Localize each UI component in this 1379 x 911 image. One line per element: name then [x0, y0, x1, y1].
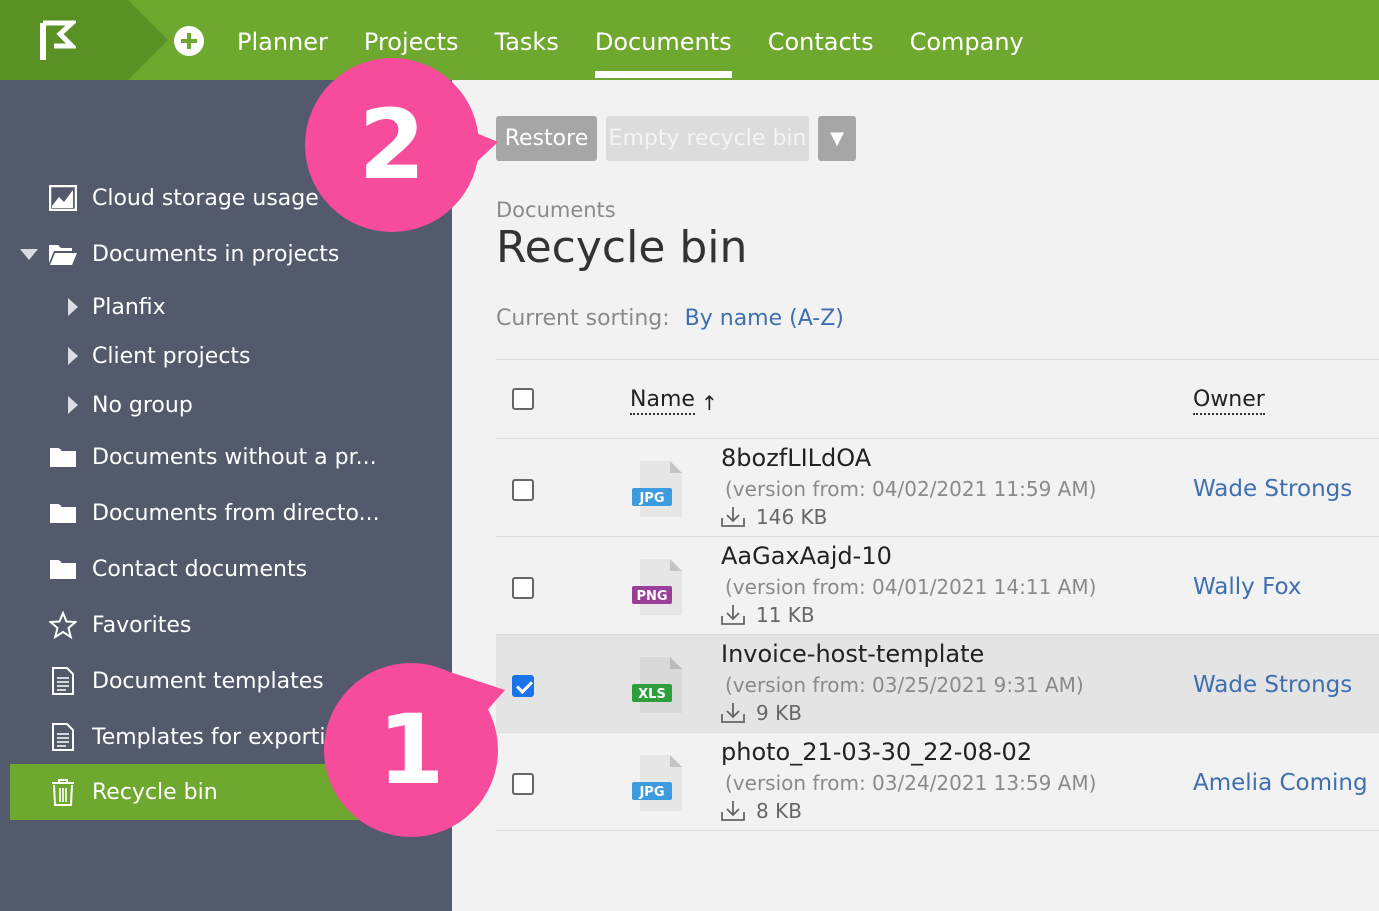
callout-step-2: 2 — [305, 58, 479, 232]
callout-tails — [440, 118, 505, 730]
callout-step-1: 1 — [324, 663, 498, 837]
